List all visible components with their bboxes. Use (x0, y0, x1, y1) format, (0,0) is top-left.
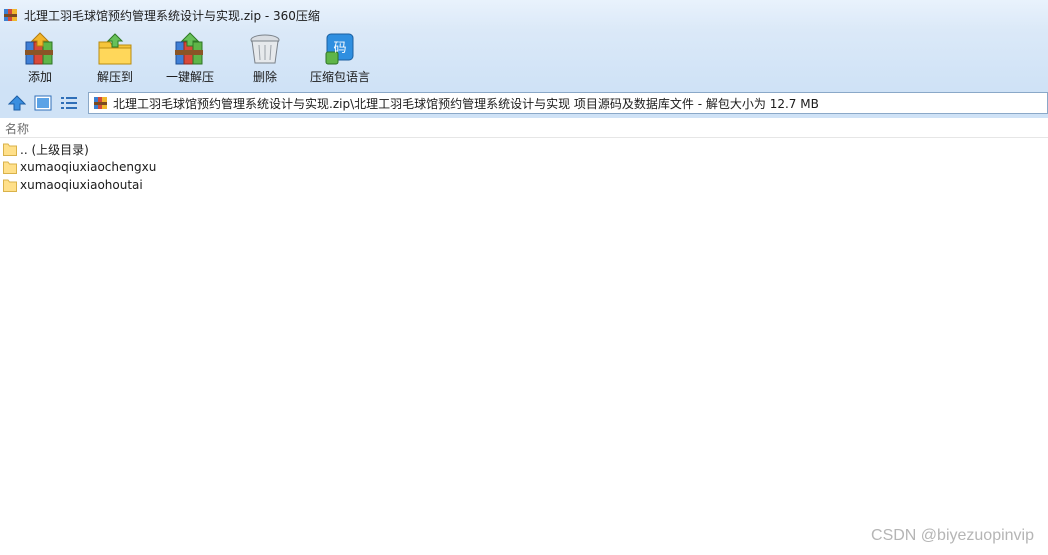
folder-extract-icon (98, 33, 132, 65)
encoding-icon: 码 (325, 33, 354, 65)
thumbnail-view-icon[interactable] (34, 95, 52, 111)
list-item-name: .. (上级目录) (20, 142, 89, 157)
add-button-label: 添加 (27, 70, 52, 84)
list-item[interactable]: xumaoqiuxiaohoutai (0, 176, 1048, 194)
list-item-name: xumaoqiuxiaochengxu (20, 160, 157, 174)
list-item[interactable]: xumaoqiuxiaochengxu (0, 158, 1048, 176)
list-view-icon[interactable] (60, 95, 78, 111)
address-path-field[interactable]: 北理工羽毛球馆预约管理系统设计与实现.zip\北理工羽毛球馆预约管理系统设计与实… (88, 92, 1048, 114)
window-title: 北理工羽毛球馆预约管理系统设计与实现.zip - 360压缩 (24, 8, 320, 23)
books-extract-icon (175, 32, 203, 65)
archive-language-button-label: 压缩包语言 (309, 70, 370, 84)
file-list-header: 名称 (0, 118, 1048, 138)
up-arrow-icon[interactable] (8, 95, 26, 111)
address-path-text: 北理工羽毛球馆预约管理系统设计与实现.zip\北理工羽毛球馆预约管理系统设计与实… (113, 96, 819, 111)
column-header-name[interactable]: 名称 (5, 120, 29, 137)
zip-app-icon (4, 9, 17, 21)
add-button[interactable]: 添加 (4, 30, 76, 85)
delete-button[interactable]: 删除 (229, 30, 301, 85)
navigation-bar: 北理工羽毛球馆预约管理系统设计与实现.zip\北理工羽毛球馆预约管理系统设计与实… (0, 88, 1048, 118)
list-item-name: xumaoqiuxiaohoutai (20, 178, 143, 192)
trash-can-icon (250, 34, 280, 64)
file-list: .. (上级目录) xumaoqiuxiaochengxu xumaoqiuxi… (0, 140, 1048, 194)
books-add-icon (25, 32, 53, 65)
one-click-extract-button[interactable]: 一键解压 (154, 30, 226, 85)
extract-to-button-label: 解压到 (96, 70, 133, 84)
title-bar: 北理工羽毛球馆预约管理系统设计与实现.zip - 360压缩 (0, 0, 1048, 30)
delete-button-label: 删除 (252, 70, 277, 84)
archive-language-button[interactable]: 码 压缩包语言 (304, 30, 376, 85)
folder-icon (3, 143, 17, 156)
toolbar: 添加 解压到 一键解压 删除 码 压缩包语言 (0, 30, 1048, 88)
watermark: CSDN @biyezuopinvip (871, 527, 1034, 544)
encoding-badge: 码 (333, 41, 346, 56)
folder-icon (3, 179, 17, 192)
zip-file-icon (94, 97, 107, 109)
one-click-extract-button-label: 一键解压 (165, 70, 214, 84)
list-item-parent-directory[interactable]: .. (上级目录) (0, 140, 1048, 158)
extract-to-button[interactable]: 解压到 (79, 30, 151, 85)
folder-icon (3, 161, 17, 174)
